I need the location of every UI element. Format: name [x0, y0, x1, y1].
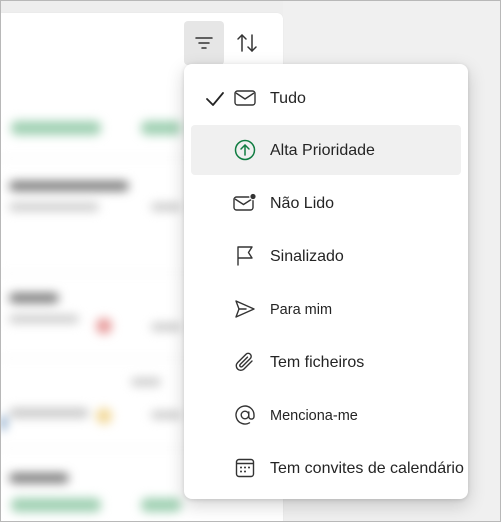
filter-option-mentions-me[interactable]: Menciona-me — [191, 390, 461, 440]
filter-lines-icon — [195, 37, 213, 49]
filter-option-label: Sinalizado — [270, 248, 344, 265]
filter-option-label: Não Lido — [270, 195, 335, 212]
mail-unread-icon — [232, 190, 258, 216]
filter-option-has-files[interactable]: Tem ficheiros — [191, 337, 461, 387]
at-sign-icon — [232, 402, 258, 428]
filter-button[interactable] — [184, 21, 224, 65]
filter-option-unread[interactable]: Não Lido — [191, 178, 461, 228]
filter-option-label: Tem convites de calendário — [270, 460, 464, 477]
filter-option-calendar-invites[interactable]: Tem convites de calendário — [191, 443, 464, 493]
flag-icon — [232, 243, 258, 269]
attach-icon — [232, 349, 258, 375]
filter-option-label: Menciona-me — [270, 408, 358, 424]
filter-option-label: Alta Prioridade — [270, 142, 375, 159]
sort-button[interactable] — [227, 21, 267, 65]
mail-icon — [232, 85, 258, 111]
checkmark-icon — [206, 92, 224, 106]
filter-menu: Tudo Alta Prioridade Não Lido Sinalizado… — [184, 64, 468, 499]
filter-option-label: Para mim — [270, 302, 333, 318]
filter-option-flagged[interactable]: Sinalizado — [191, 231, 461, 281]
calendar-icon — [232, 455, 258, 481]
sort-arrows-icon — [237, 34, 257, 52]
filter-option-label: Tem ficheiros — [270, 354, 365, 371]
send-icon — [232, 296, 258, 322]
filter-option-to-me[interactable]: Para mim — [191, 284, 461, 334]
filter-option-label: Tudo — [270, 90, 306, 107]
arrow-up-circle-icon — [232, 137, 258, 163]
app-window: Tudo Alta Prioridade Não Lido Sinalizado… — [0, 0, 501, 522]
filter-option-high-priority[interactable]: Alta Prioridade — [191, 125, 461, 175]
filter-option-all[interactable]: Tudo — [191, 73, 461, 123]
